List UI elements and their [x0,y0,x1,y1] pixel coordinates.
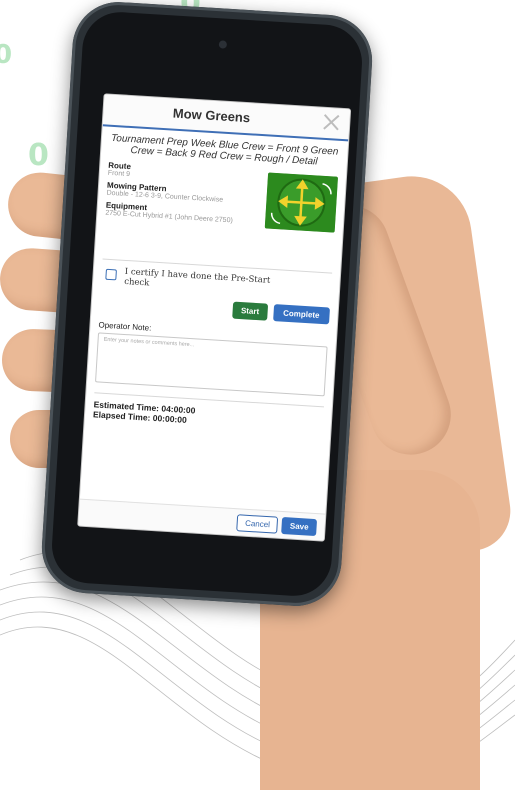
app-screen: Mow Greens Tournament Prep Week Blue Cre… [77,93,352,542]
certify-label: I certify I have done the Pre-Start chec… [123,266,271,289]
background-digit: 0 [0,40,13,70]
save-button[interactable]: Save [281,516,318,536]
operator-note-section: Operator Note: Enter your notes or comme… [95,320,328,397]
cancel-button[interactable]: Cancel [236,513,279,534]
dialog-title: Mow Greens [172,105,251,126]
mowing-pattern-diagram [264,172,339,233]
phone-glass: Mow Greens Tournament Prep Week Blue Cre… [49,9,365,599]
task-info: Route Front 9 Mowing Pattern Double - 12… [103,161,339,267]
close-icon[interactable] [321,112,342,133]
background-digit: 0 [28,138,49,173]
action-buttons: Start Complete [99,293,331,325]
certify-checkbox[interactable] [105,268,117,281]
notes-textarea[interactable]: Enter your notes or comments here... [95,332,328,397]
dialog-footer: Cancel Save [78,498,326,541]
phone: Mow Greens Tournament Prep Week Blue Cre… [39,0,375,609]
complete-button[interactable]: Complete [272,304,331,325]
start-button[interactable]: Start [232,301,268,321]
phone-camera [218,40,228,49]
